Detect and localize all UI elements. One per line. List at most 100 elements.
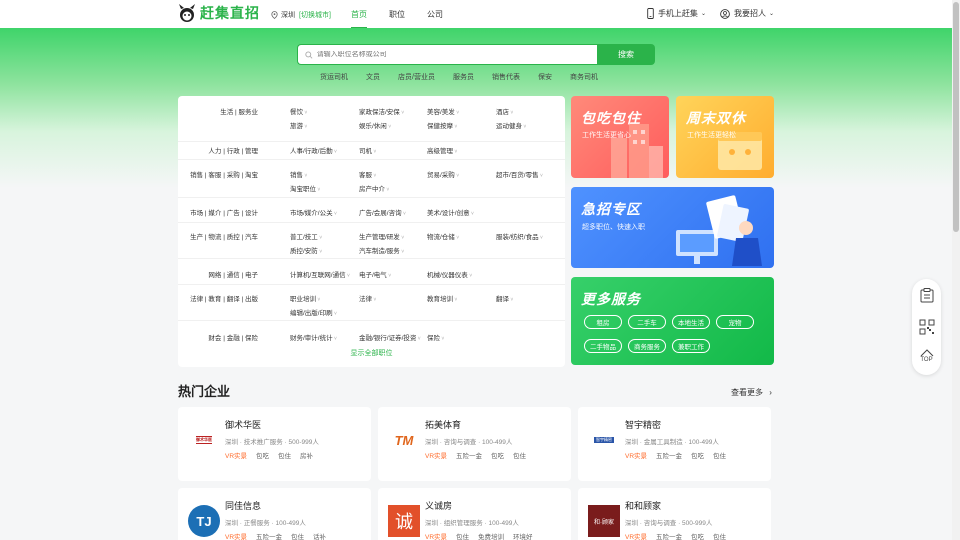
search-icon [305, 50, 313, 59]
category-item[interactable]: 家政保洁/安保 [359, 106, 404, 116]
page-scrollbar[interactable] [952, 0, 960, 540]
category-item[interactable]: 销售 [290, 169, 307, 179]
category-item[interactable]: 高级管理 [427, 145, 457, 155]
category-item[interactable]: 计算机/互联网/通信 [290, 269, 350, 279]
service-tag-jianzhigongzuo[interactable]: 兼职工作 [672, 339, 710, 353]
resume-button[interactable] [912, 287, 941, 303]
company-name: 义诚房 [425, 501, 453, 511]
category-item[interactable]: 服装/纺织/食品 [496, 231, 543, 241]
chevron-down-icon: ⌄ [700, 11, 706, 17]
category-item[interactable]: 编辑/出版/印刷 [290, 307, 337, 317]
category-item[interactable]: 生产管理/研发 [359, 231, 404, 241]
category-item[interactable]: 客服 [359, 169, 376, 179]
hot-keyword[interactable]: 销售代表 [492, 72, 520, 82]
service-tag-zufang[interactable]: 租房 [584, 315, 622, 329]
promo-jizhao-card[interactable]: 急招专区 超多职位、快速入职 [571, 187, 774, 268]
category-item[interactable]: 酒店 [496, 106, 513, 116]
category-item[interactable]: 美术/设计/创意 [427, 207, 474, 217]
recruit-link[interactable]: 我要招人 ⌄ [720, 8, 774, 19]
category-item[interactable]: 翻译 [496, 293, 513, 303]
category-item[interactable]: 物流/仓储 [427, 231, 459, 241]
company-name: 御术华医 [225, 420, 262, 430]
nav-home[interactable]: 首页 [351, 9, 367, 29]
top-label: TOP [920, 357, 933, 363]
service-tag-shangwufuwu[interactable]: 商务服务 [628, 339, 666, 353]
company-card[interactable]: TM 拓美体育 深圳 · 咨询与调查 · 100-499人 VR实景 五险一金 … [378, 407, 571, 481]
category-item[interactable]: 电子/电气 [359, 269, 391, 279]
category-item[interactable]: 娱乐/休闲 [359, 120, 391, 130]
search-input[interactable] [316, 51, 597, 58]
top-header: 赶集直招 深圳 [切换城市] 首页 职位 公司 手机上赶集 ⌄ 我要招人 ⌄ [0, 0, 952, 29]
company-tags: VR实景 包吃 包住 房补 [225, 450, 322, 460]
back-to-top-button[interactable]: TOP [912, 349, 941, 363]
promo-zhoumo-card[interactable]: 周末双休 工作生活更轻松 [676, 96, 774, 178]
nav-jobs[interactable]: 职位 [389, 9, 405, 20]
category-item[interactable]: 机械/仪器仪表 [427, 269, 472, 279]
qr-code-button[interactable] [912, 319, 941, 335]
category-item[interactable]: 旅游 [290, 120, 307, 130]
service-tag-chongwu[interactable]: 宠物 [716, 315, 754, 329]
company-tag: 五险一金 [656, 453, 683, 460]
company-card[interactable]: 智宇精密 智宇精密 深圳 · 金属工具制造 · 100-499人 VR实景 五险… [578, 407, 771, 481]
service-tag-ershouche[interactable]: 二手车 [628, 315, 666, 329]
search-box[interactable] [297, 44, 597, 65]
category-row: 人力 | 行政 | 管理 人事/行政/后勤 司机 高级管理 [178, 145, 565, 160]
company-tag: 免费培训 [478, 534, 505, 540]
nav-companies[interactable]: 公司 [427, 9, 443, 20]
company-meta: 深圳 · 组织管理服务 · 100-499人 [425, 520, 519, 527]
switch-city-link[interactable]: [切换城市] [299, 10, 331, 20]
mobile-app-link[interactable]: 手机上赶集 ⌄ [647, 8, 706, 19]
category-item[interactable]: 司机 [359, 145, 376, 155]
category-item[interactable]: 超市/百货/零售 [496, 169, 543, 179]
category-item[interactable]: 汽车制造/服务 [359, 245, 404, 255]
category-item[interactable]: 法律 [359, 293, 376, 303]
category-item[interactable]: 质控/安防 [290, 245, 322, 255]
hot-keyword[interactable]: 服务员 [453, 72, 474, 82]
category-title: 生产 | 物流 | 质控 | 汽车 [190, 234, 258, 241]
company-card[interactable]: 御术华医 御术华医 深圳 · 技术推广服务 · 500-999人 VR实景 包吃… [178, 407, 371, 481]
location-selector[interactable]: 深圳 [切换城市] [271, 10, 331, 20]
category-item[interactable]: 保健按摩 [427, 120, 457, 130]
company-tag: 话补 [313, 534, 327, 540]
category-item[interactable]: 贸易/采购 [427, 169, 459, 179]
category-row: 生活 | 服务业 餐饮 家政保洁/安保 美容/美发 酒店 旅游 娱乐/休闲 保健… [178, 106, 565, 142]
hot-keyword[interactable]: 货运司机 [320, 72, 348, 82]
promo-baochi-card[interactable]: 包吃包住 工作生活更省心 [571, 96, 669, 178]
hot-keyword[interactable]: 商务司机 [570, 72, 598, 82]
view-more-link[interactable]: 查看更多 › [731, 387, 772, 398]
category-item[interactable]: 普工/技工 [290, 231, 322, 241]
category-item[interactable]: 淘宝职位 [290, 183, 320, 193]
scrollbar-thumb[interactable] [953, 2, 959, 232]
category-item[interactable]: 财务/审计/统计 [290, 332, 337, 342]
company-card[interactable]: 和·顾家 和和顾家 深圳 · 咨询与调查 · 500-999人 VR实景 五险一… [578, 488, 771, 540]
service-tag-bendishenghuo[interactable]: 本地生活 [672, 315, 710, 329]
category-item[interactable]: 广告/会展/咨询 [359, 207, 406, 217]
category-item[interactable]: 职业培训 [290, 293, 320, 303]
hot-keyword[interactable]: 文员 [366, 72, 380, 82]
category-item[interactable]: 餐饮 [290, 106, 307, 116]
location-pin-icon [271, 11, 278, 19]
hot-keyword[interactable]: 保安 [538, 72, 552, 82]
company-tags: VR实景 五险一金 包吃 包住 [425, 450, 535, 460]
category-item[interactable]: 金融/银行/证券/投资 [359, 332, 421, 342]
search-button[interactable]: 搜索 [597, 44, 655, 65]
category-item[interactable]: 教育培训 [427, 293, 457, 303]
category-item[interactable]: 运动健身 [496, 120, 526, 130]
category-row: 网络 | 通信 | 电子 计算机/互联网/通信 电子/电气 机械/仪器仪表 [178, 269, 565, 285]
category-row: 法律 | 教育 | 翻译 | 出版 职业培训 法律 教育培训 翻译 编辑/出版/… [178, 293, 565, 321]
category-title: 财会 | 金融 | 保险 [208, 335, 258, 342]
service-tag-ershouwupin[interactable]: 二手物品 [584, 339, 622, 353]
category-item[interactable]: 保险 [427, 332, 444, 342]
show-all-jobs-link[interactable]: 显示全部职位 [178, 348, 565, 358]
category-item[interactable]: 市场/媒介/公关 [290, 207, 337, 217]
site-logo[interactable]: 赶集直招 [178, 3, 260, 23]
category-item[interactable]: 美容/美发 [427, 106, 459, 116]
logo-text: 赶集直招 [200, 5, 260, 21]
company-logo-text: 智宇精密 [594, 437, 614, 443]
hot-keyword[interactable]: 店员/营业员 [398, 72, 435, 82]
company-card[interactable]: 诚 义诚房 深圳 · 组织管理服务 · 100-499人 VR实景 包住 免费培… [378, 488, 571, 540]
category-item[interactable]: 房产中介 [359, 183, 389, 193]
category-item[interactable]: 人事/行政/后勤 [290, 145, 337, 155]
company-card[interactable]: TJ 同佳信息 深圳 · 正餐服务 · 100-499人 VR实景 五险一金 包… [178, 488, 371, 540]
company-logo: 诚 [388, 505, 420, 537]
